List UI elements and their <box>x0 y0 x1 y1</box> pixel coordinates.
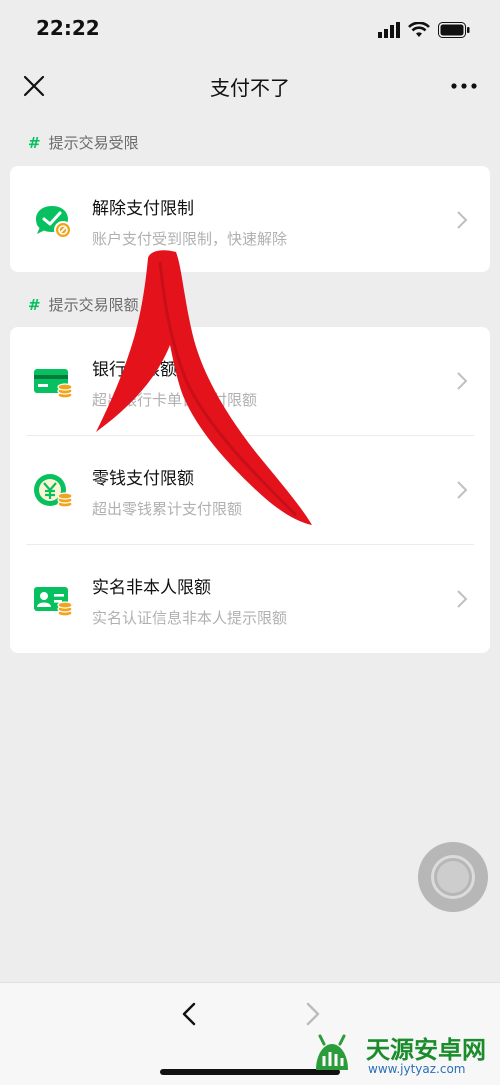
list-item-real-name-limit[interactable]: 实名非本人限额 实名认证信息非本人提示限额 <box>10 545 490 653</box>
forward-arrow-icon[interactable] <box>302 1001 324 1027</box>
item-subtitle: 实名认证信息非本人提示限额 <box>92 609 288 627</box>
page-title: 支付不了 <box>210 76 290 100</box>
list-item-change-limit[interactable]: 零钱支付限额 超出零钱累计支付限额 <box>10 436 490 544</box>
item-subtitle: 账户支付受到限制，快速解除 <box>92 230 288 248</box>
battery-icon <box>438 22 470 38</box>
section-heading-label: 提示交易限额 <box>48 296 139 314</box>
item-title: 解除支付限制 <box>92 199 194 219</box>
hash-icon: # <box>28 295 41 314</box>
section-heading-limit: # 提示交易限额 <box>28 294 139 315</box>
bank-card-icon <box>34 369 73 399</box>
status-time: 22:22 <box>36 16 100 40</box>
limit-card: 银行卡限额 超出银行卡单日支付限额 零钱支付限额 超出零钱累计支付限额 实名非本… <box>10 327 490 653</box>
restricted-card: 解除支付限制 账户支付受到限制，快速解除 <box>10 166 490 272</box>
list-item-remove-restriction[interactable]: 解除支付限制 账户支付受到限制，快速解除 <box>10 166 490 272</box>
back-arrow-icon[interactable] <box>178 1001 200 1027</box>
hash-icon: # <box>28 133 41 152</box>
yuan-coin-icon <box>34 474 73 508</box>
watermark-name: 天源安卓网 <box>366 1036 486 1064</box>
item-subtitle: 超出银行卡单日支付限额 <box>92 391 258 409</box>
assistive-touch-button[interactable] <box>418 842 488 912</box>
chevron-right-icon <box>457 481 468 499</box>
id-card-icon <box>34 587 73 617</box>
android-logo-icon <box>316 1034 348 1070</box>
watermark-url: www.jytyaz.com <box>368 1062 466 1076</box>
chevron-right-icon <box>457 590 468 608</box>
status-icons <box>378 18 470 42</box>
status-bar: 22:22 <box>0 0 500 60</box>
chevron-right-icon <box>457 372 468 390</box>
more-icon[interactable] <box>450 74 478 98</box>
list-item-bank-card-limit[interactable]: 银行卡限额 超出银行卡单日支付限额 <box>10 327 490 435</box>
nav-bar: 支付不了 <box>0 60 500 110</box>
item-title: 实名非本人限额 <box>92 578 211 598</box>
item-subtitle: 超出零钱累计支付限额 <box>92 500 243 518</box>
signal-icon <box>378 22 400 38</box>
wifi-icon <box>408 22 430 37</box>
item-title: 银行卡限额 <box>92 360 177 380</box>
section-heading-restricted: # 提示交易受限 <box>28 132 139 153</box>
assistive-touch-core <box>437 861 469 893</box>
site-watermark: 天源安卓网 www.jytyaz.com <box>300 1026 500 1082</box>
section-heading-label: 提示交易受限 <box>48 134 139 152</box>
item-title: 零钱支付限额 <box>92 469 194 489</box>
chevron-right-icon <box>457 211 468 229</box>
chat-check-icon <box>36 206 72 239</box>
